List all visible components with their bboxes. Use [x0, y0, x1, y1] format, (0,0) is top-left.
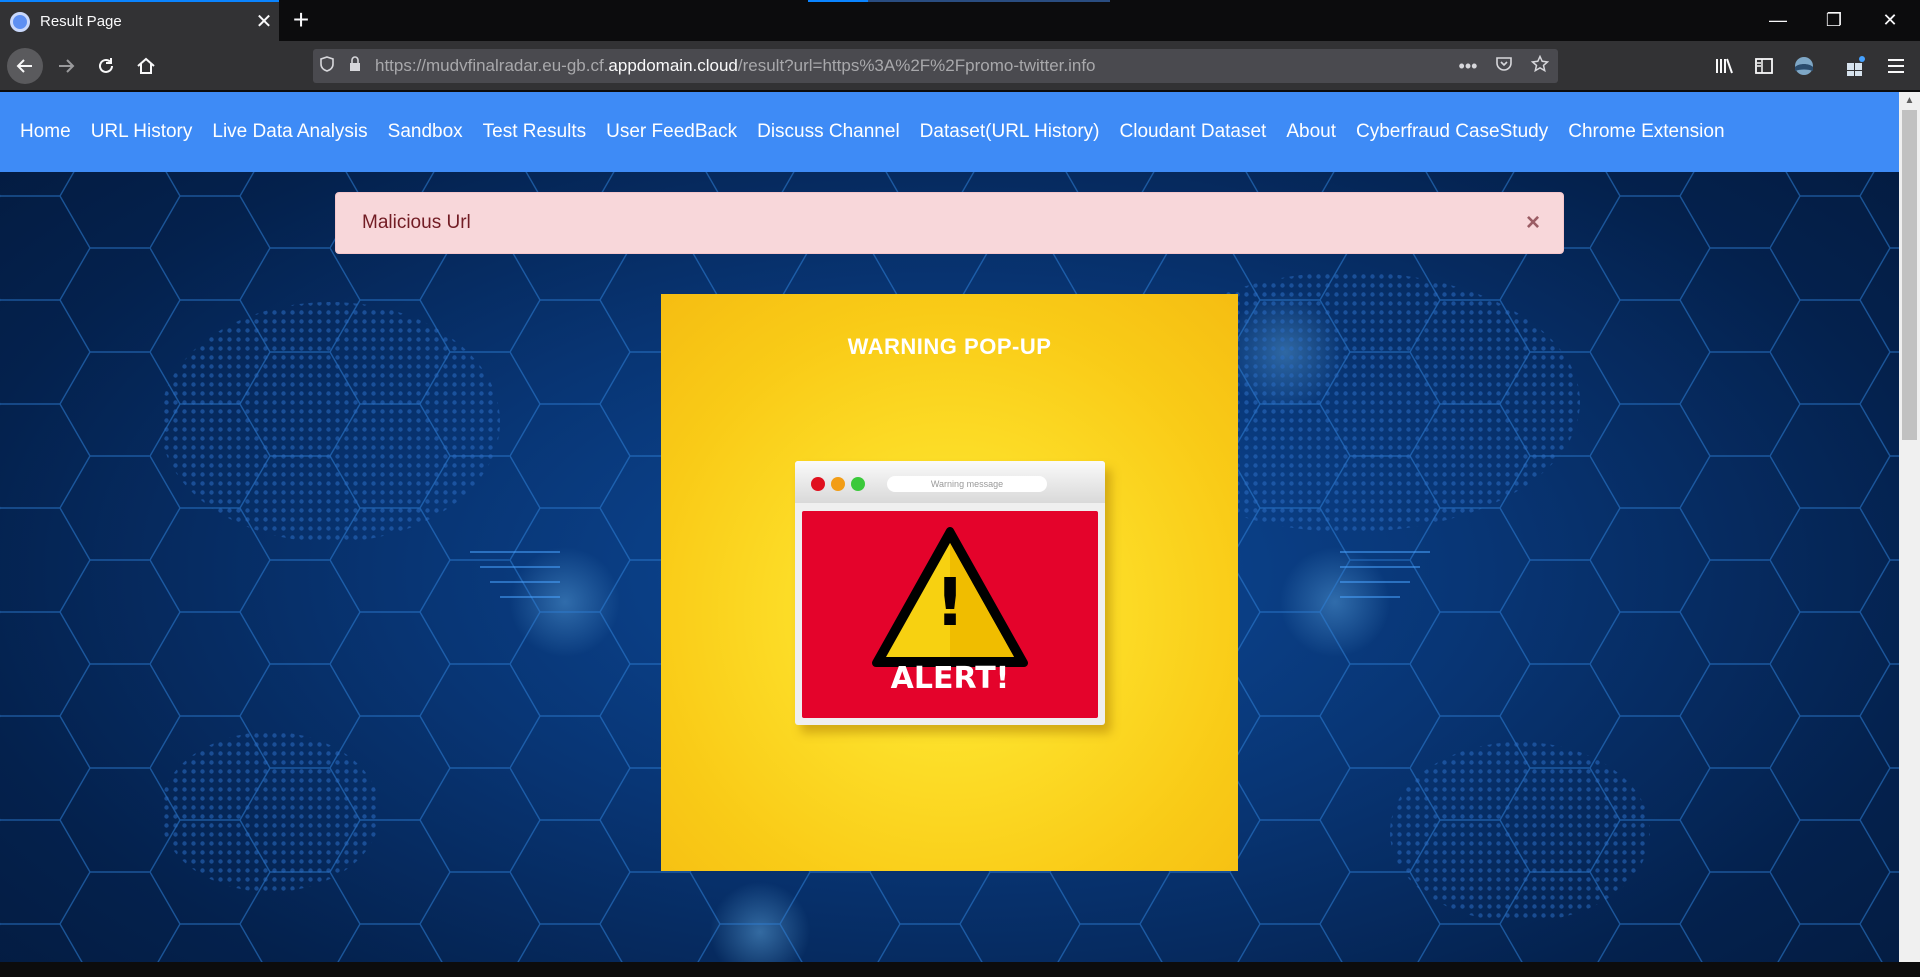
hamburger-menu-icon: [1888, 59, 1904, 73]
alert-close-icon[interactable]: ×: [1503, 209, 1563, 237]
map-dots-bottom-right: [1390, 742, 1650, 922]
warning-popup-title: WARNING POP-UP: [847, 334, 1052, 359]
library-icon: [1716, 58, 1733, 74]
window-close-button[interactable]: ✕: [1862, 0, 1918, 41]
sidebar-button[interactable]: [1746, 48, 1782, 84]
nav-user-feedback[interactable]: User FeedBack: [606, 121, 737, 143]
extensions-icon: [1847, 56, 1865, 76]
url-suffix: /result?url=https%3A%2F%2Fpromo-twitter.…: [737, 56, 1096, 75]
url-host: appdomain.cloud: [608, 56, 738, 75]
popup-titlebar: Warning message: [795, 461, 1105, 503]
home-button[interactable]: [128, 48, 164, 84]
red-dot-icon: [811, 477, 825, 491]
page-viewport: Home URL History Live Data Analysis Sand…: [0, 92, 1899, 962]
map-dots-left: [160, 302, 500, 542]
popup-window-illustration: Warning message ! ALERT!: [795, 461, 1105, 725]
scroll-up-arrow-icon[interactable]: ▲: [1899, 92, 1920, 110]
tab-close-icon[interactable]: ✕: [249, 9, 279, 34]
warning-popup-image: WARNING POP-UP Warning message ! ALERT!: [661, 294, 1238, 871]
pocket-icon[interactable]: [1486, 55, 1522, 78]
site-favicon-icon: [10, 11, 30, 32]
url-text[interactable]: https://mudvfinalradar.eu-gb.cf.appdomai…: [375, 56, 1450, 76]
bookmark-star-icon[interactable]: [1522, 54, 1558, 78]
nav-live-data-analysis[interactable]: Live Data Analysis: [212, 121, 367, 143]
address-bar[interactable]: https://mudvfinalradar.eu-gb.cf.appdomai…: [313, 49, 1558, 83]
account-avatar-icon: [1795, 57, 1813, 75]
restore-button[interactable]: ❐: [1806, 0, 1862, 41]
reload-icon: [99, 58, 113, 73]
nav-about[interactable]: About: [1286, 121, 1336, 143]
pocket-shape-icon: [1496, 56, 1512, 71]
exclamation-mark: !: [934, 564, 966, 641]
sidebar-icon: [1755, 58, 1773, 74]
nav-dataset-url-history[interactable]: Dataset(URL History): [920, 121, 1100, 143]
app-menu-button[interactable]: [1878, 48, 1914, 84]
nav-chrome-extension[interactable]: Chrome Extension: [1568, 121, 1724, 143]
account-button[interactable]: [1786, 48, 1822, 84]
site-navbar: Home URL History Live Data Analysis Sand…: [0, 92, 1899, 172]
green-dot-icon: [851, 477, 865, 491]
lock-icon[interactable]: [341, 56, 369, 76]
reload-button[interactable]: [88, 48, 124, 84]
alert-label: ALERT!: [890, 661, 1010, 696]
scroll-thumb[interactable]: [1902, 110, 1917, 440]
nav-cloudant-dataset[interactable]: Cloudant Dataset: [1120, 121, 1267, 143]
back-arrow-icon: [16, 59, 32, 73]
padlock-icon: [350, 56, 360, 71]
nav-home[interactable]: Home: [20, 121, 71, 143]
more-actions-icon[interactable]: •••: [1450, 56, 1486, 77]
minimize-button[interactable]: —: [1750, 0, 1806, 41]
tracking-shield-icon[interactable]: [313, 56, 341, 76]
window-bottom-strip: [0, 962, 1920, 977]
new-tab-button[interactable]: +: [286, 4, 316, 36]
url-prefix: https://mudvfinalradar.eu-gb.cf.: [375, 56, 609, 75]
page-scrollbar[interactable]: ▲: [1899, 92, 1920, 962]
orange-dot-icon: [831, 477, 845, 491]
browser-toolbar: https://mudvfinalradar.eu-gb.cf.appdomai…: [0, 41, 1920, 91]
malicious-url-alert: Malicious Url ×: [335, 192, 1564, 254]
popup-red-panel: ! ALERT!: [802, 511, 1098, 718]
nav-test-results[interactable]: Test Results: [483, 121, 586, 143]
nav-sandbox[interactable]: Sandbox: [388, 121, 463, 143]
tab-overflow-track: [868, 0, 1110, 2]
home-icon: [137, 57, 155, 74]
back-button[interactable]: [7, 48, 43, 84]
shield-icon: [320, 56, 334, 72]
popup-address-bar: Warning message: [887, 476, 1047, 492]
forward-arrow-icon: [59, 59, 75, 73]
nav-cyberfraud-casestudy[interactable]: Cyberfraud CaseStudy: [1356, 121, 1548, 143]
star-icon: [1530, 54, 1550, 72]
nav-discuss-channel[interactable]: Discuss Channel: [757, 121, 900, 143]
tab-overflow-indicator: [808, 0, 868, 2]
browser-tabbar: Result Page ✕ + — ❐ ✕: [0, 0, 1920, 41]
library-button[interactable]: [1706, 48, 1742, 84]
alert-message: Malicious Url: [362, 212, 471, 233]
nav-url-history[interactable]: URL History: [91, 121, 193, 143]
extensions-button[interactable]: [1838, 48, 1874, 84]
browser-tab-active[interactable]: Result Page ✕: [0, 0, 279, 41]
tab-title: Result Page: [40, 13, 122, 30]
forward-button[interactable]: [48, 48, 84, 84]
map-dots-bottom-left: [160, 732, 380, 892]
